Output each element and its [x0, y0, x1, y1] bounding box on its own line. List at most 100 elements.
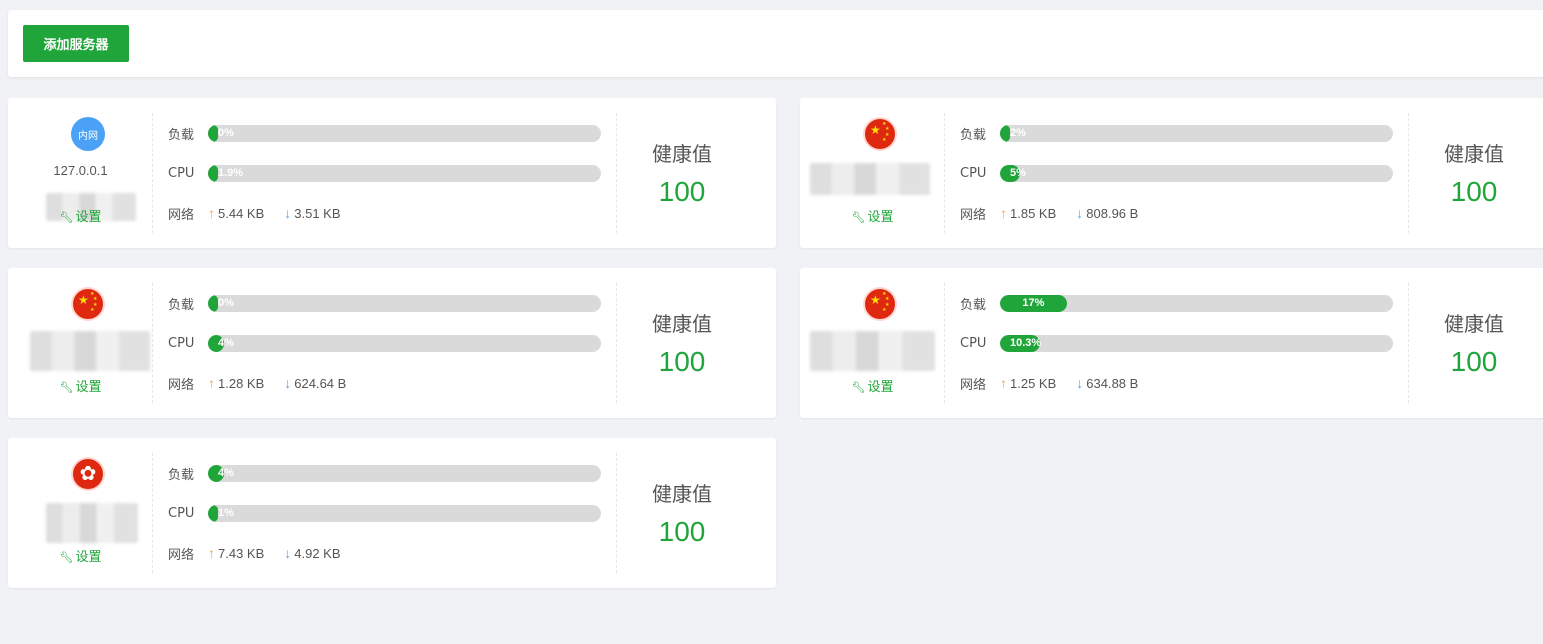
download-arrow-icon: ↓	[284, 375, 292, 391]
settings-link[interactable]: 🔧︎ 设置	[8, 376, 153, 395]
network-label: 网络	[168, 547, 195, 563]
server-metrics: 负载 0% CPU 4% 网络 ↑ 1.28 KB ↓ 624.64 B	[168, 283, 608, 403]
upload-speed: 1.28 KB	[218, 375, 265, 391]
cpu-row: CPU 5%	[960, 163, 1393, 183]
upload-arrow-icon: ↑	[208, 205, 215, 221]
health-label: 健康值	[1444, 312, 1504, 336]
settings-link[interactable]: 🔧︎ 设置	[800, 206, 945, 225]
download-speed: 808.96 B	[1086, 205, 1139, 221]
load-percent: 0%	[218, 126, 234, 139]
hong-kong-flag-icon: ✿	[71, 457, 105, 491]
load-percent: 4%	[218, 466, 234, 479]
divider	[616, 113, 617, 233]
cpu-label: CPU	[960, 165, 987, 181]
cpu-bar: 10.3%	[1000, 334, 1393, 352]
add-server-button[interactable]: 添加服务器	[23, 25, 129, 62]
load-percent: 0%	[218, 296, 234, 309]
divider	[616, 453, 617, 573]
load-bar-fill	[208, 124, 218, 142]
cpu-row: CPU 1.9%	[168, 163, 601, 183]
server-card: ★ ★ ★ ★ ★ 🔧︎ 设置 负载 2% CPU 5% 网络 ↑ 1.85 KB	[800, 98, 1543, 248]
network-row: 网络 ↑ 5.44 KB ↓ 3.51 KB	[168, 203, 341, 223]
health-value: 100	[658, 346, 706, 377]
upload-speed: 7.43 KB	[218, 545, 265, 561]
settings-label: 设置	[75, 380, 102, 395]
china-flag-icon: ★ ★ ★ ★ ★	[71, 287, 105, 321]
cpu-bar: 5%	[1000, 164, 1393, 182]
download-speed: 624.64 B	[294, 375, 347, 391]
health-value: 100	[658, 176, 706, 207]
cpu-bar: 1.9%	[208, 164, 601, 182]
download-arrow-icon: ↓	[284, 205, 292, 221]
load-bar-fill	[1000, 124, 1010, 142]
upload-arrow-icon: ↑	[208, 375, 215, 391]
server-metrics: 负载 17% CPU 10.3% 网络 ↑ 1.25 KB ↓ 634.88 B	[960, 283, 1400, 403]
intranet-badge-icon: 内网	[71, 117, 105, 151]
download-speed: 634.88 B	[1086, 375, 1139, 391]
settings-label: 设置	[867, 210, 894, 225]
network-label: 网络	[168, 207, 195, 223]
cpu-row: CPU 10.3%	[960, 333, 1393, 353]
download-arrow-icon: ↓	[1076, 375, 1084, 391]
cpu-percent: 5%	[1010, 166, 1026, 179]
load-label: 负载	[168, 467, 195, 483]
upload-arrow-icon: ↑	[1000, 205, 1007, 221]
server-metrics: 负载 0% CPU 1.9% 网络 ↑ 5.44 KB ↓ 3.51 KB	[168, 113, 608, 233]
settings-label: 设置	[75, 210, 102, 225]
download-arrow-icon: ↓	[1076, 205, 1084, 221]
network-row: 网络 ↑ 1.25 KB ↓ 634.88 B	[960, 373, 1138, 393]
server-identity: 内网 127.0.0.1 🔧︎ 设置	[8, 113, 153, 233]
cpu-label: CPU	[168, 335, 195, 351]
china-flag-icon: ★ ★ ★ ★ ★	[863, 287, 897, 321]
server-card: 内网 127.0.0.1 🔧︎ 设置 负载 0% CPU 1.9% 网络 ↑ 5.4…	[8, 98, 776, 248]
cpu-percent: 1%	[218, 506, 234, 519]
divider	[616, 283, 617, 403]
download-speed: 4.92 KB	[294, 545, 341, 561]
cpu-label: CPU	[960, 335, 987, 351]
divider	[1408, 113, 1409, 233]
load-label: 负载	[168, 127, 195, 143]
cpu-bar-fill	[208, 504, 218, 522]
china-flag-icon: ★ ★ ★ ★ ★	[863, 117, 897, 151]
redacted-server-name	[810, 163, 930, 195]
cpu-bar: 4%	[208, 334, 601, 352]
divider	[1408, 283, 1409, 403]
settings-link[interactable]: 🔧︎ 设置	[800, 376, 945, 395]
cpu-bar-fill	[208, 164, 218, 182]
cpu-bar: 1%	[208, 504, 601, 522]
cpu-percent: 10.3%	[1010, 336, 1042, 349]
server-metrics: 负载 2% CPU 5% 网络 ↑ 1.85 KB ↓ 808.96 B	[960, 113, 1400, 233]
wrench-icon: 🔧︎	[59, 211, 74, 224]
health-label: 健康值	[1444, 142, 1504, 166]
settings-link[interactable]: 🔧︎ 设置	[8, 546, 153, 565]
upload-arrow-icon: ↑	[1000, 375, 1007, 391]
load-percent: 2%	[1010, 126, 1026, 139]
download-speed: 3.51 KB	[294, 205, 341, 221]
redacted-server-name	[810, 331, 935, 371]
load-row: 负载 0%	[168, 123, 601, 143]
load-row: 负载 2%	[960, 123, 1393, 143]
cpu-percent: 1.9%	[218, 166, 244, 179]
wrench-icon: 🔧︎	[59, 551, 74, 564]
server-identity: ✿ 🔧︎ 设置	[8, 453, 153, 573]
health-value: 100	[1450, 176, 1498, 207]
health-value: 100	[1450, 346, 1498, 377]
settings-label: 设置	[867, 380, 894, 395]
upload-arrow-icon: ↑	[208, 545, 215, 561]
upload-speed: 1.85 KB	[1010, 205, 1057, 221]
load-label: 负载	[960, 297, 987, 313]
cpu-percent: 4%	[218, 336, 234, 349]
cpu-row: CPU 4%	[168, 333, 601, 353]
toolbar: 添加服务器	[8, 10, 1543, 77]
load-label: 负载	[960, 127, 987, 143]
load-bar: 17%	[1000, 294, 1393, 312]
redacted-server-name	[30, 331, 150, 371]
server-ip: 127.0.0.1	[53, 163, 108, 178]
upload-speed: 5.44 KB	[218, 205, 265, 221]
server-identity: ★ ★ ★ ★ ★ 🔧︎ 设置	[800, 283, 945, 403]
health-label: 健康值	[652, 482, 712, 506]
redacted-server-name	[46, 503, 138, 543]
health-label: 健康值	[652, 312, 712, 336]
server-identity: ★ ★ ★ ★ ★ 🔧︎ 设置	[800, 113, 945, 233]
settings-link[interactable]: 🔧︎ 设置	[8, 206, 153, 225]
